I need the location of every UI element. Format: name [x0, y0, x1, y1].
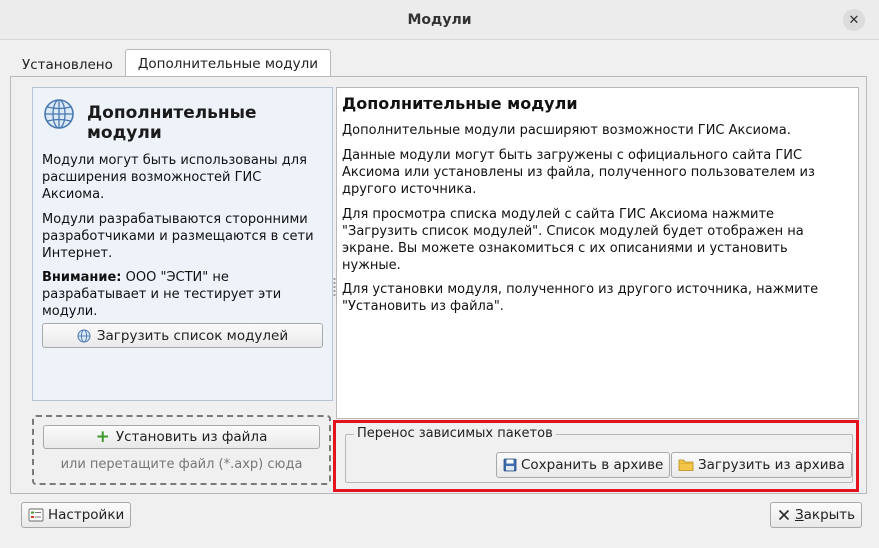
highlight-frame: Перенос зависимых пакетов Сохранить в ар… — [333, 420, 859, 492]
drop-hint: или перетащите файл (*.axp) сюда — [60, 457, 303, 472]
close-icon: ✕ — [848, 12, 860, 28]
description-para-4: Для установки модуля, полученного из дру… — [342, 282, 819, 314]
settings-label: Настройки — [48, 507, 125, 523]
folder-icon — [678, 459, 694, 471]
tab-installed-label: Установлено — [22, 57, 113, 73]
info-warning: Внимание: ООО "ЭСТИ" не разрабатывает и … — [42, 269, 327, 320]
plus-icon: + — [95, 426, 110, 447]
info-panel: Дополнительные модули Модули могут быть … — [32, 87, 333, 401]
close-button[interactable]: Закрыть — [770, 502, 863, 528]
close-icon — [778, 509, 790, 521]
load-from-archive-label: Загрузить из архива — [698, 457, 845, 473]
tab-bar: Установлено Дополнительные модули — [10, 49, 331, 79]
window-titlebar: Модули ✕ — [0, 0, 879, 40]
dependency-transfer-group: Перенос зависимых пакетов Сохранить в ар… — [345, 426, 853, 483]
description-para-1: Дополнительные модули расширяют возможно… — [342, 123, 791, 138]
settings-button[interactable]: Настройки — [21, 502, 132, 528]
file-drop-zone[interactable]: + Установить из файла или перетащите фай… — [32, 415, 331, 485]
floppy-disk-icon — [503, 458, 517, 472]
tab-panel: Дополнительные модули Модули могут быть … — [10, 76, 867, 494]
load-module-list-button[interactable]: Загрузить список модулей — [42, 323, 323, 348]
description-title: Дополнительные модули — [342, 94, 578, 113]
info-para-developers: Модули разрабатываются сторонними разраб… — [42, 212, 314, 261]
close-label: Закрыть — [795, 507, 855, 523]
load-module-list-label: Загрузить список модулей — [96, 327, 289, 344]
group-title: Перенос зависимых пакетов — [354, 426, 556, 441]
close-accel-letter: З — [795, 507, 804, 523]
warning-label: Внимание: — [42, 270, 122, 285]
tab-installed[interactable]: Установлено — [10, 51, 125, 79]
tab-additional-modules[interactable]: Дополнительные модули — [124, 49, 331, 78]
globe-icon — [77, 329, 91, 342]
install-from-file-button[interactable]: + Установить из файла — [43, 425, 320, 449]
tab-additional-modules-label: Дополнительные модули — [137, 56, 318, 72]
window-close-button[interactable]: ✕ — [843, 9, 865, 31]
globe-icon — [44, 99, 74, 129]
description-para-3: Для просмотра списка модулей с сайта ГИС… — [342, 207, 804, 273]
save-to-archive-label: Сохранить в архиве — [521, 457, 664, 473]
description-para-2: Данные модули могут быть загружены с офи… — [342, 148, 815, 197]
info-panel-title: Дополнительные модули — [87, 103, 257, 143]
close-label-rest: акрыть — [803, 507, 856, 523]
settings-icon — [28, 508, 44, 522]
load-from-archive-button[interactable]: Загрузить из архива — [671, 452, 852, 478]
description-panel: Дополнительные модули Дополнительные мод… — [336, 87, 859, 419]
install-from-file-label: Установить из файла — [115, 429, 268, 445]
save-to-archive-button[interactable]: Сохранить в архиве — [496, 452, 671, 478]
window-title: Модули — [407, 11, 472, 28]
info-para-usage: Модули могут быть использованы для расши… — [42, 153, 307, 202]
